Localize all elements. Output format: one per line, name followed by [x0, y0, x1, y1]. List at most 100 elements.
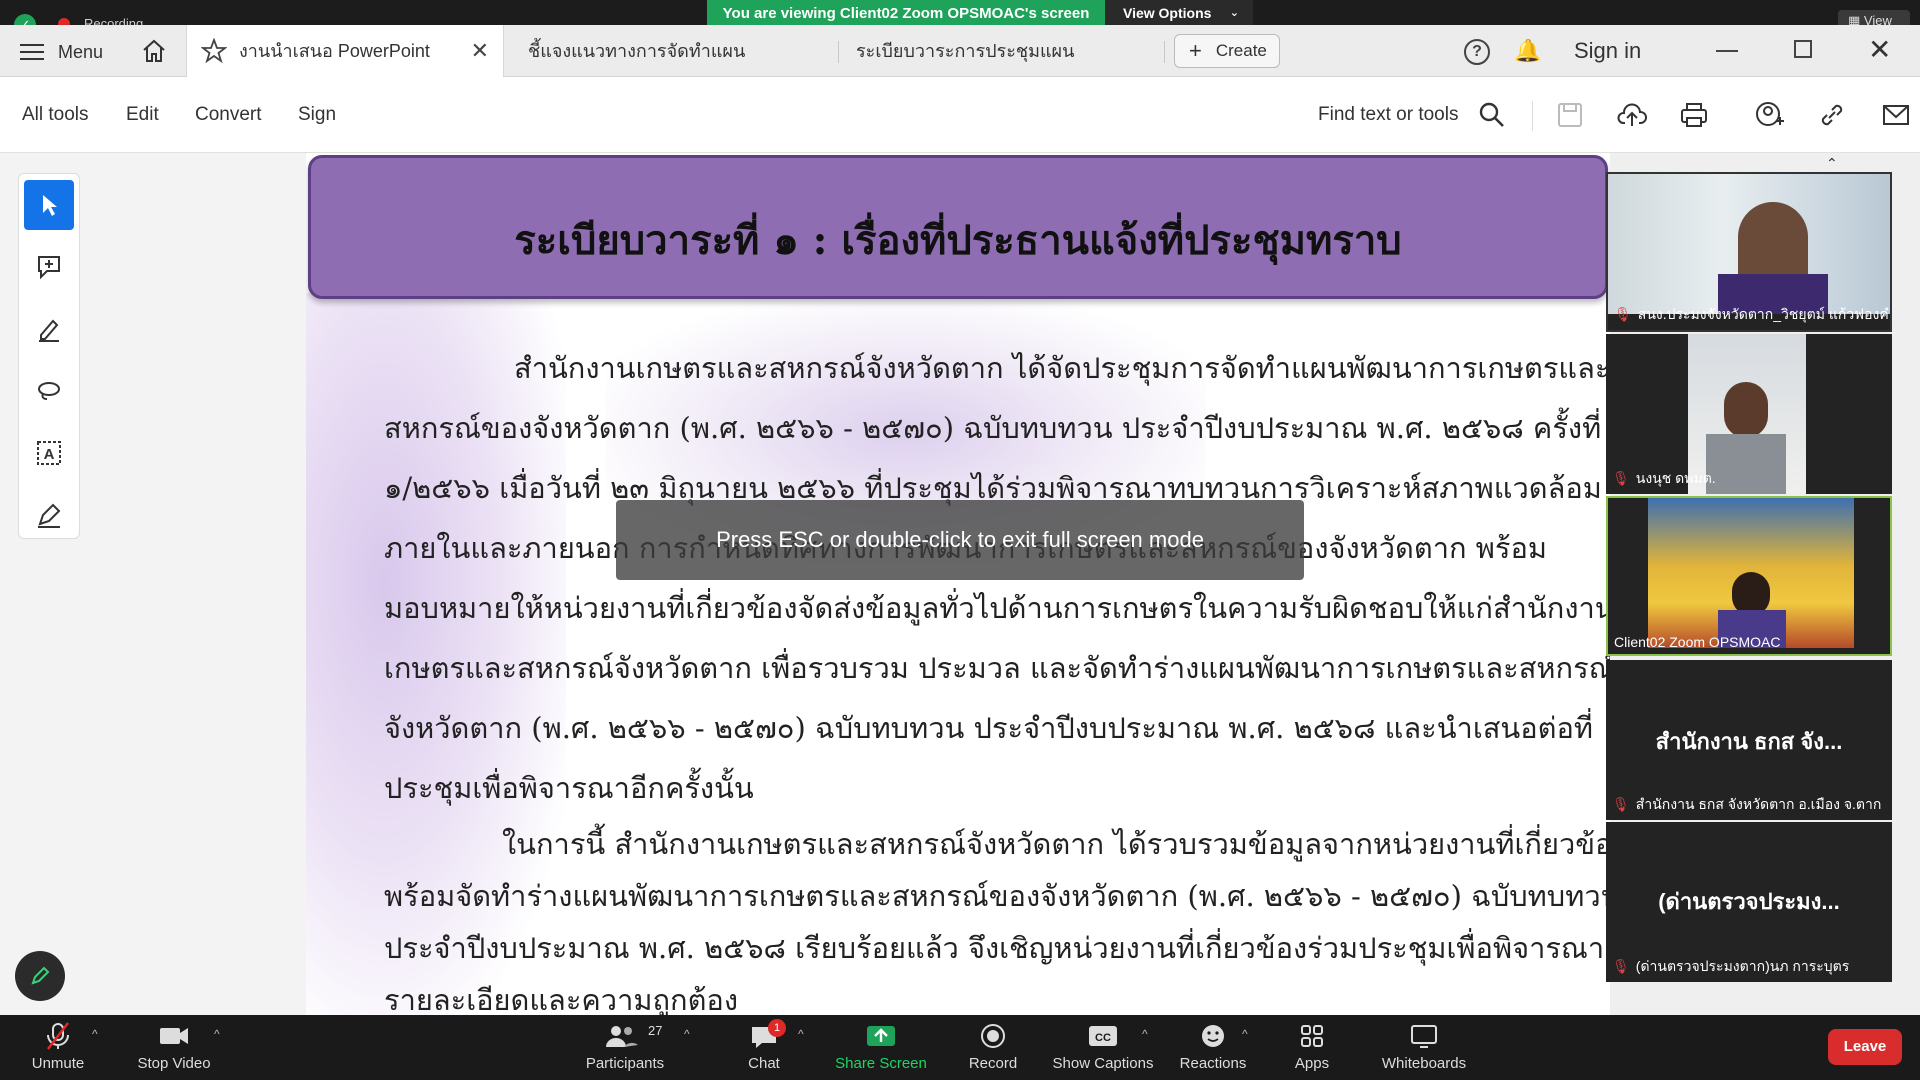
print-icon[interactable] [1678, 99, 1710, 131]
add-comment-icon [38, 256, 60, 280]
whiteboards-label: Whiteboards [1381, 1055, 1467, 1072]
menu-button[interactable]: Menu [20, 39, 103, 65]
reactions-button[interactable]: Reactions [1176, 1021, 1250, 1072]
link-icon[interactable] [1816, 99, 1848, 131]
chevron-up-icon[interactable]: ⌃ [1826, 155, 1838, 172]
tab-document-3[interactable]: ระเบียบวาระการประชุมแผน 18กค66.pdf [856, 25, 1156, 113]
pen-sign-icon [38, 503, 61, 528]
reactions-label: Reactions [1179, 1055, 1247, 1072]
sign-menu[interactable]: Sign [298, 104, 336, 126]
all-tools-menu[interactable]: All tools [22, 104, 89, 126]
comment-tool-button[interactable] [24, 242, 74, 292]
chevron-up-icon[interactable]: ^ [1142, 1027, 1148, 1041]
find-text-label[interactable]: Find text or tools [1318, 104, 1458, 126]
maximize-icon[interactable] [1794, 40, 1812, 58]
slide-title-box: ระเบียบวาระที่ ๑ : เรื่องที่ประธานแจ้งที… [308, 155, 1608, 299]
tab-active-document[interactable]: งานนำเสนอ PowerPoint ✕ [186, 25, 504, 77]
whiteboard-icon [1411, 1025, 1437, 1048]
participant-name: 🎙 นงนุช ดพมต. [1612, 470, 1716, 486]
chevron-up-icon[interactable]: ^ [214, 1027, 220, 1041]
muted-mic-icon: 🎙 [1614, 306, 1632, 322]
participant-display-name: (ด่านตรวจประมง... [1658, 889, 1840, 914]
slide-page: ระเบียบวาระที่ ๑ : เรื่องที่ประธานแจ้งที… [306, 153, 1610, 1015]
chevron-up-icon[interactable]: ^ [1242, 1027, 1248, 1041]
edit-menu[interactable]: Edit [126, 104, 159, 126]
chat-button[interactable]: 1 Chat [736, 1019, 792, 1072]
share-screen-label: Share Screen [835, 1055, 927, 1072]
whiteboards-button[interactable]: Whiteboards [1378, 1021, 1470, 1072]
reactions-icon [1202, 1025, 1224, 1047]
stop-video-button[interactable]: Stop Video [134, 1021, 214, 1072]
tab-divider [1164, 41, 1165, 63]
participant-video-tile-active-speaker[interactable]: Client02 Zoom OPSMOAC [1606, 496, 1892, 656]
participants-count: 27 [648, 1023, 662, 1038]
draw-tool-button[interactable] [24, 366, 74, 416]
slide-text-line: มอบหมายให้หน่วยงานที่เกี่ยวข้องจัดส่งข้อ… [384, 591, 1610, 625]
slide-text-line: รายละเอียดและความถูกต้อง [384, 983, 739, 1015]
participant-video [1706, 434, 1786, 494]
show-captions-label: Show Captions [1052, 1055, 1154, 1072]
view-options-button[interactable]: View Options ⌄ [1105, 0, 1253, 27]
minimize-icon[interactable] [1716, 50, 1738, 52]
record-icon [981, 1024, 1005, 1048]
chevron-up-icon[interactable]: ^ [684, 1027, 690, 1041]
edit-pencil-button[interactable] [15, 951, 65, 1001]
muted-mic-icon: 🎙 [1612, 958, 1630, 974]
text-tool-button[interactable]: A [24, 428, 74, 478]
participant-display-name: สำนักงาน ธกส จัง... [1655, 729, 1843, 754]
share-user-icon[interactable] [1754, 99, 1786, 131]
select-tool-button[interactable] [24, 180, 74, 230]
participant-video-tile[interactable]: สำนักงาน ธกส จัง... 🎙 สำนักงาน ธกส จังหวั… [1606, 660, 1892, 820]
search-icon[interactable] [1476, 99, 1508, 131]
tab-label: งานนำเสนอ PowerPoint [239, 41, 430, 61]
convert-menu[interactable]: Convert [195, 104, 262, 126]
record-button[interactable]: Record [962, 1021, 1024, 1072]
participant-video-tile[interactable]: 🎙 สนง.ประมงจังหวัดตาก_วิชยุตม์ แก้วฟองคำ [1606, 172, 1892, 332]
slide-text-line: ประชุมเพื่อพิจารณาอีกครั้งนั้น [384, 771, 754, 805]
bell-icon[interactable]: 🔔 [1514, 38, 1541, 66]
unmute-label: Unmute [31, 1055, 85, 1072]
highlighter-icon [39, 319, 59, 342]
acrobat-tab-bar: Menu งานนำเสนอ PowerPoint ✕ ชี้แจงแนวทาง… [0, 25, 1920, 113]
share-screen-icon [867, 1026, 895, 1046]
save-icon[interactable] [1554, 99, 1586, 131]
apps-button[interactable]: Apps [1286, 1021, 1338, 1072]
home-icon[interactable] [140, 37, 168, 65]
unmute-button[interactable]: Unmute [28, 1021, 88, 1072]
sign-tool-button[interactable] [24, 490, 74, 540]
slide-text-line: ในการนี้ สำนักงานเกษตรและสหกรณ์จังหวัดตา… [502, 827, 1610, 861]
view-options-label: View Options [1123, 5, 1212, 21]
tab-divider [838, 41, 839, 63]
create-button[interactable]: + Create [1174, 34, 1280, 68]
left-tool-panel: A [0, 153, 306, 1015]
star-icon[interactable] [201, 38, 227, 64]
leave-button[interactable]: Leave [1828, 1029, 1902, 1065]
muted-mic-icon [47, 1022, 69, 1050]
participant-name: 🎙 สำนักงาน ธกส จังหวัดตาก อ.เมือง จ.ตาก [1612, 796, 1882, 812]
fullscreen-toast: Press ESC or double-click to exit full s… [616, 500, 1304, 580]
participant-name: 🎙 (ด่านตรวจประมงตาก)นภ การะบุตร [1612, 958, 1850, 974]
share-screen-button[interactable]: Share Screen [834, 1021, 928, 1072]
tab-document-2[interactable]: ชี้แจงแนวทางการจัดทำแผนจังหวัด.pdf [528, 25, 828, 113]
participants-button[interactable]: 27 Participants [578, 1021, 672, 1072]
viewing-banner: You are viewing Client02 Zoom OPSMOAC's … [707, 0, 1105, 27]
email-icon[interactable] [1880, 99, 1912, 131]
highlight-tool-button[interactable] [24, 304, 74, 354]
window-close-icon[interactable]: ✕ [1868, 33, 1891, 66]
participant-name: Client02 Zoom OPSMOAC [1614, 634, 1781, 650]
participant-video [1724, 382, 1768, 438]
cloud-upload-icon[interactable] [1616, 99, 1648, 131]
sign-in-button[interactable]: Sign in [1574, 38, 1641, 64]
toolbar-divider [1532, 101, 1533, 131]
chevron-up-icon[interactable]: ^ [798, 1027, 804, 1041]
participant-video-tile[interactable]: 🎙 นงนุช ดพมต. [1606, 334, 1892, 494]
chevron-up-icon[interactable]: ^ [92, 1027, 98, 1041]
show-captions-button[interactable]: CC Show Captions [1052, 1021, 1154, 1072]
help-icon[interactable]: ? [1464, 39, 1490, 65]
screen: ✓ Recording You are viewing Client02 Zoo… [0, 0, 1920, 1080]
slide-text-line: สหกรณ์ของจังหวัดตาก (พ.ศ. ๒๕๖๖ - ๒๕๗๐) ฉ… [384, 411, 1602, 445]
slide-text-line: จังหวัดตาก (พ.ศ. ๒๕๖๖ - ๒๕๗๐) ฉบับทบทวน … [384, 711, 1594, 745]
participant-video-tile[interactable]: (ด่านตรวจประมง... 🎙 (ด่านตรวจประมงตาก)นภ … [1606, 822, 1892, 982]
close-icon[interactable]: ✕ [471, 25, 489, 77]
participants-label: Participants [585, 1055, 665, 1072]
